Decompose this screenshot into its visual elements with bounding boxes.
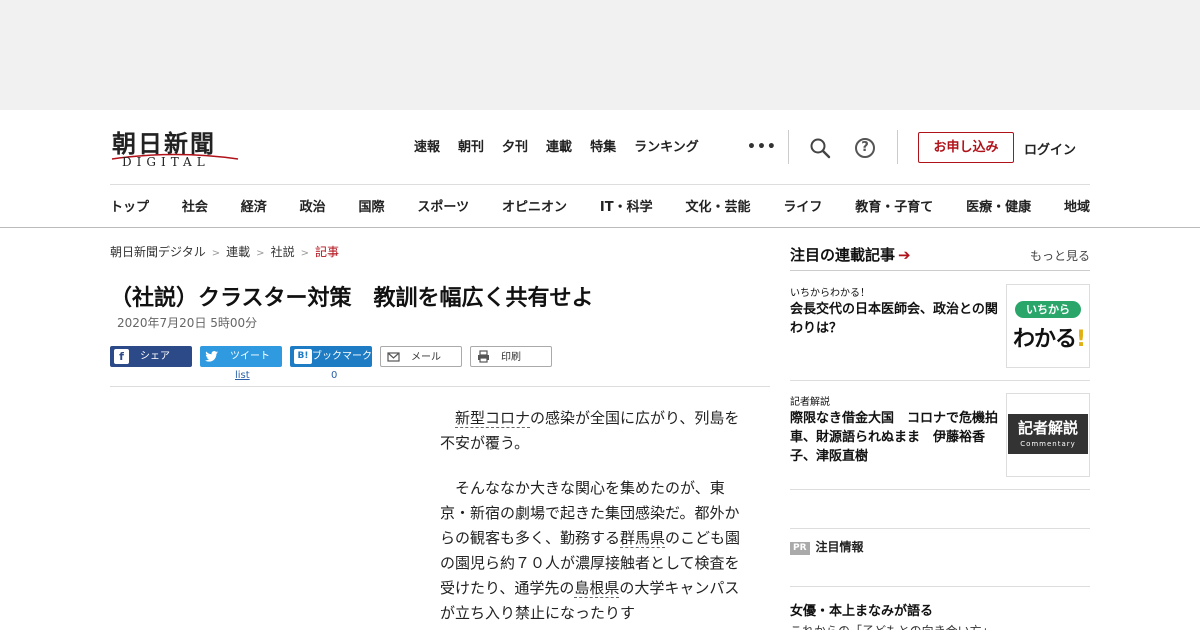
category-nav: トップ 社会 経済 政治 国際 スポーツ オピニオン IT・科学 文化・芸能 ラ… <box>110 196 1090 215</box>
mail-share-label: メール <box>411 352 441 363</box>
category-item[interactable]: スポーツ <box>417 196 469 215</box>
twitter-share-button[interactable]: ツイート <box>200 346 282 367</box>
header-divider <box>897 130 898 164</box>
print-label: 印刷 <box>501 352 521 363</box>
sidebar-title-text: 注目の連載記事 <box>790 246 896 264</box>
top-nav-item[interactable]: 速報 <box>414 138 440 158</box>
card-divider <box>790 528 1090 529</box>
ad-banner-area <box>0 0 1200 110</box>
login-link[interactable]: ログイン <box>1024 139 1076 158</box>
thumbnail-commentary-badge: 記者解説 Commentary <box>1008 414 1088 454</box>
breadcrumb-item[interactable]: 社説 <box>271 245 295 259</box>
keyword-link[interactable]: 新型コロナ <box>455 409 531 428</box>
site-logo[interactable]: 朝日新聞 DIGITAL <box>110 124 242 170</box>
category-item[interactable]: 国際 <box>359 196 385 215</box>
sidebar-header: 注目の連載記事 ➔ もっと見る <box>790 244 1090 271</box>
help-icon[interactable]: ? <box>855 138 875 158</box>
hatena-count[interactable]: 0 <box>331 370 337 381</box>
breadcrumb-item[interactable]: 連載 <box>226 245 250 259</box>
article-date: 2020年7月20日 5時00分 <box>117 316 258 330</box>
printer-icon <box>478 350 489 363</box>
category-item[interactable]: ライフ <box>783 196 822 215</box>
search-icon[interactable] <box>808 136 832 160</box>
top-nav: 速報 朝刊 夕刊 連載 特集 ランキング <box>414 138 717 158</box>
card-thumbnail[interactable]: 記者解説 Commentary <box>1006 393 1090 477</box>
hatena-bookmark-label: ブックマーク <box>312 351 372 362</box>
twitter-list-link[interactable]: list <box>235 370 250 381</box>
category-item[interactable]: 教育・子育て <box>855 196 933 215</box>
pr-badge: PR <box>790 542 810 555</box>
article-paragraph: そんななか大きな関心を集めたのが、東京・新宿の劇場で起きた集団感染だ。都外からの… <box>440 476 750 626</box>
keyword-link[interactable]: 群馬県 <box>620 529 666 548</box>
arrow-right-icon: ➔ <box>898 246 911 264</box>
breadcrumb-separator: > <box>211 248 221 259</box>
category-item[interactable]: 社会 <box>182 196 208 215</box>
top-nav-item[interactable]: 特集 <box>590 138 616 158</box>
twitter-bird-icon <box>204 351 219 362</box>
sidebar-title[interactable]: 注目の連載記事 ➔ <box>790 244 911 265</box>
article-body: 新型コロナの感染が全国に広がり、列島を不安が覆う。 そんななか大きな関心を集めた… <box>440 406 750 630</box>
card-series-tag: 記者解説 <box>790 397 830 408</box>
card-divider <box>790 586 1090 587</box>
card-title[interactable]: 際限なき借金大国 コロナで危機拍車、財源語られぬまま 伊藤裕香子、津阪直樹 <box>790 409 1000 466</box>
promo-title[interactable]: 女優・本上まなみが語る <box>790 600 933 619</box>
category-item[interactable]: 地域 <box>1064 196 1090 215</box>
thumbnail-badge-title: 記者解説 <box>1017 419 1078 437</box>
article-divider <box>110 386 770 387</box>
card-divider <box>790 489 1090 490</box>
category-item[interactable]: IT・科学 <box>600 196 653 215</box>
category-item[interactable]: 経済 <box>241 196 267 215</box>
top-nav-item[interactable]: 朝刊 <box>458 138 484 158</box>
breadcrumb-item[interactable]: 朝日新聞デジタル <box>110 245 206 259</box>
hatena-bookmark-icon: B! <box>294 349 312 364</box>
more-menu-icon[interactable]: ••• <box>747 139 777 155</box>
breadcrumb-separator: > <box>300 248 309 259</box>
header-rule <box>110 184 1090 185</box>
category-item[interactable]: トップ <box>110 196 149 215</box>
promo-subtitle[interactable]: これからの「子どもとの向き合い方」 <box>790 622 994 630</box>
featured-article-card[interactable]: いちからわかる！ 会長交代の日本医師会、政治との関わりは？ いちから わかる! <box>790 284 1090 368</box>
header-divider <box>788 130 789 164</box>
signup-button[interactable]: お申し込み <box>918 132 1014 163</box>
hatena-bookmark-button[interactable]: B! ブックマーク <box>290 346 372 367</box>
top-nav-item[interactable]: 夕刊 <box>502 138 528 158</box>
category-item[interactable]: 医療・健康 <box>966 196 1031 215</box>
card-divider <box>790 380 1090 381</box>
top-nav-item[interactable]: ランキング <box>634 138 699 158</box>
mail-icon <box>387 352 400 362</box>
thumbnail-logo-word: わかる <box>1013 327 1077 352</box>
thumbnail-pill-label: いちから <box>1015 301 1081 318</box>
facebook-share-label: シェア <box>140 351 170 362</box>
keyword-link[interactable]: 島根県 <box>574 579 620 598</box>
site-header: 朝日新聞 DIGITAL 速報 朝刊 夕刊 連載 特集 ランキング ••• ? … <box>0 110 1200 228</box>
pr-section-header: PR 注目情報 <box>790 538 864 555</box>
print-button[interactable]: 印刷 <box>470 346 552 367</box>
card-series-tag: いちからわかる！ <box>790 288 870 299</box>
twitter-share-label: ツイート <box>230 351 270 362</box>
card-title[interactable]: 会長交代の日本医師会、政治との関わりは？ <box>790 300 1000 338</box>
facebook-icon: f <box>114 349 129 364</box>
category-item[interactable]: オピニオン <box>502 196 567 215</box>
breadcrumb: 朝日新聞デジタル > 連載 > 社説 > 記事 <box>110 243 339 260</box>
top-nav-item[interactable]: 連載 <box>546 138 572 158</box>
breadcrumb-separator: > <box>256 248 265 259</box>
card-thumbnail[interactable]: いちから わかる! <box>1006 284 1090 368</box>
category-item[interactable]: 政治 <box>300 196 326 215</box>
thumbnail-logo-exclamation: ! <box>1076 327 1086 352</box>
category-item[interactable]: 文化・芸能 <box>685 196 750 215</box>
thumbnail-badge-subtitle: Commentary <box>1020 440 1076 448</box>
sidebar: 注目の連載記事 ➔ もっと見る いちからわかる！ 会長交代の日本医師会、政治との関… <box>790 228 1090 630</box>
logo-digital-text: DIGITAL <box>122 155 210 169</box>
breadcrumb-current: 記事 <box>314 245 339 259</box>
see-more-link[interactable]: もっと見る <box>1030 247 1090 264</box>
pr-section-label: 注目情報 <box>815 540 864 554</box>
facebook-share-button[interactable]: f シェア <box>110 346 192 367</box>
article-main: 朝日新聞デジタル > 連載 > 社説 > 記事 （社説）クラスター対策 教訓を幅広く共有せよ… <box>110 228 770 630</box>
article-paragraph: 新型コロナの感染が全国に広がり、列島を不安が覆う。 <box>440 406 750 456</box>
thumbnail-logo-text: わかる! <box>1013 321 1086 353</box>
article-title: （社説）クラスター対策 教訓を幅広く共有せよ <box>110 286 594 311</box>
mail-share-button[interactable]: メール <box>380 346 462 367</box>
featured-article-card[interactable]: 記者解説 際限なき借金大国 コロナで危機拍車、財源語られぬまま 伊藤裕香子、津阪… <box>790 393 1090 477</box>
